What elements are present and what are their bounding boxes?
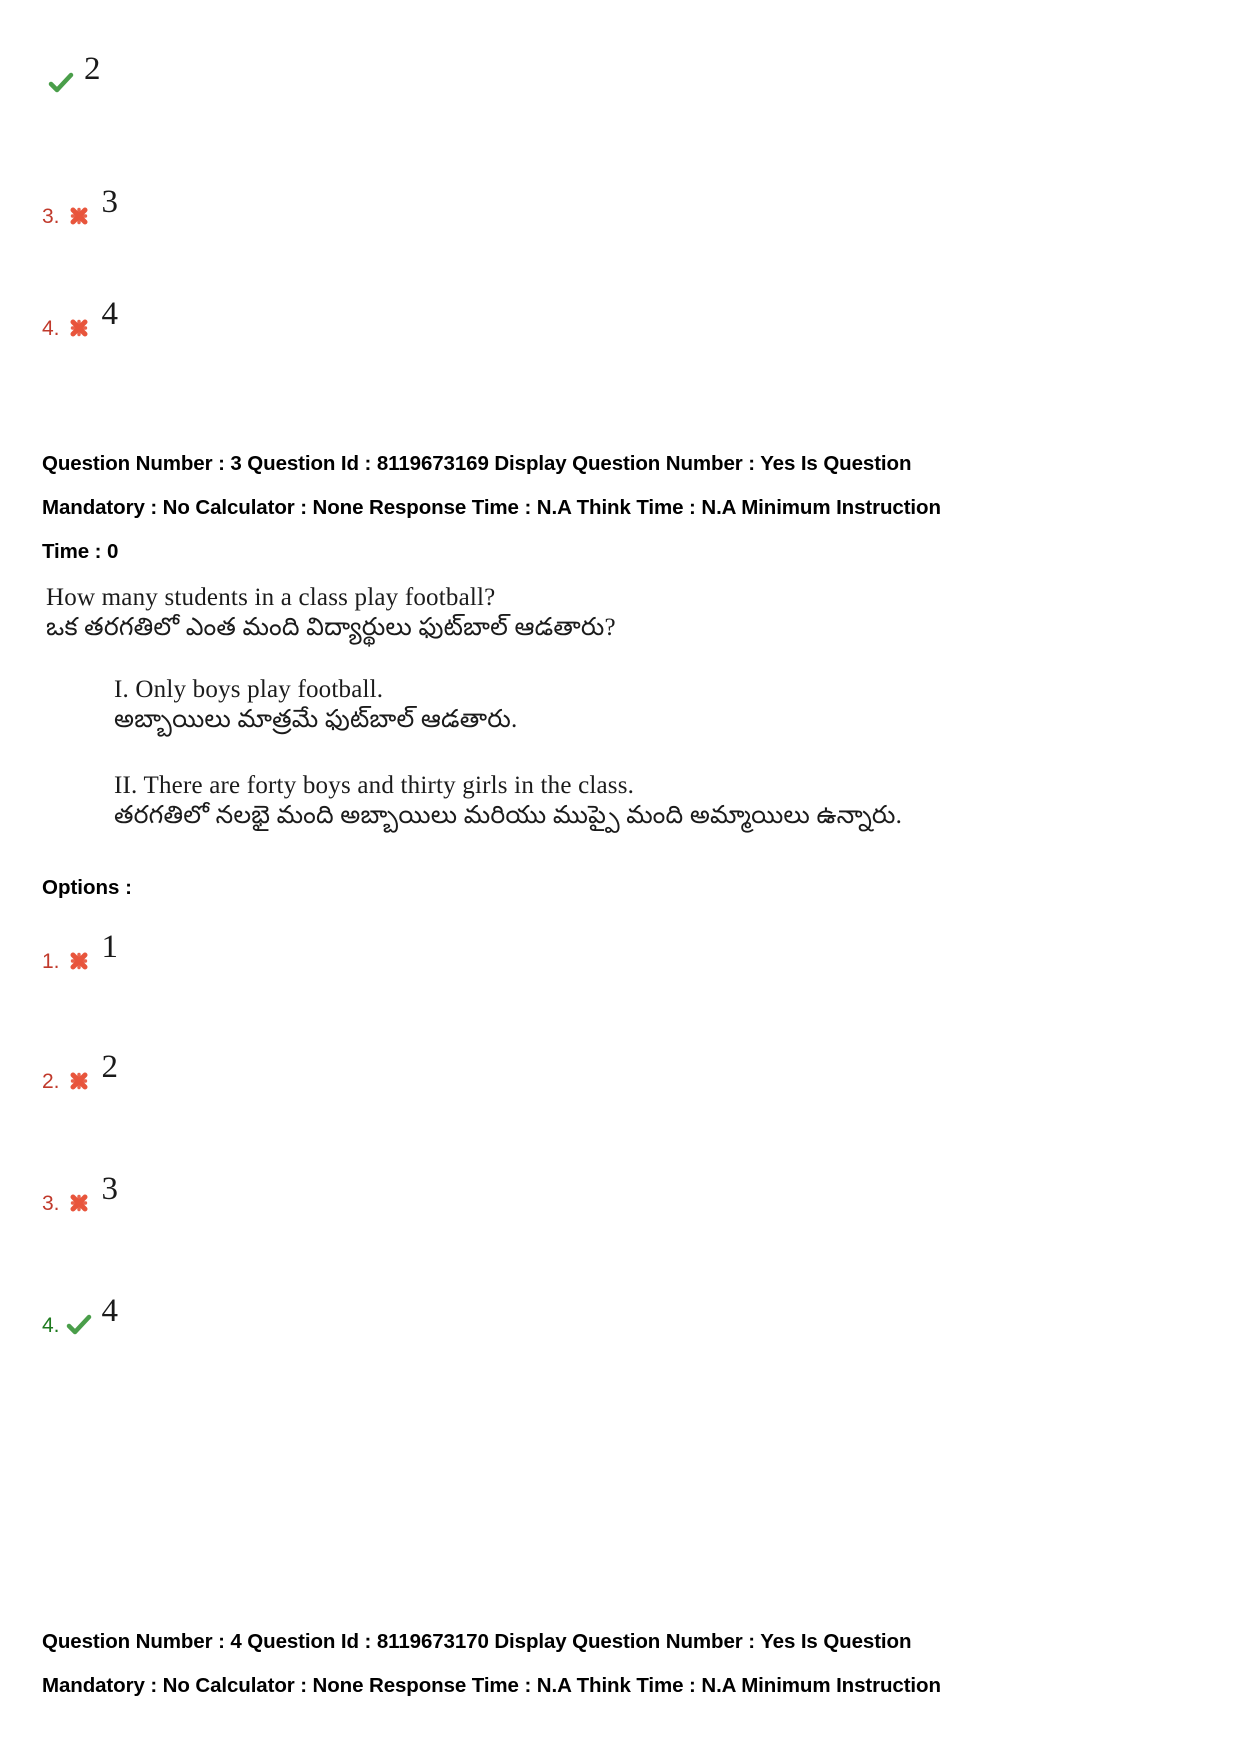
list-item[interactable]: 2 <box>42 52 101 96</box>
question-meta-line-2: Mandatory : No Calculator : None Respons… <box>42 1674 941 1697</box>
option-value: 3 <box>101 184 119 220</box>
question-stem: How many students in a class play footba… <box>46 584 616 643</box>
option-number: 4. <box>42 317 60 340</box>
cross-icon <box>66 1190 92 1216</box>
statement-1: I. Only boys play football. అబ్బాయిలు మా… <box>114 676 517 735</box>
option-value: 2 <box>101 1049 119 1085</box>
option-number: 4. <box>42 1314 60 1337</box>
option-value: 4 <box>101 1293 119 1329</box>
check-icon <box>66 1312 92 1338</box>
option-value: 3 <box>101 1171 119 1207</box>
statement-1-telugu: అబ్బాయిలు మాత్రమే ఫుట్‌బాల్ ఆడతారు. <box>114 706 518 733</box>
check-icon <box>48 70 74 96</box>
options-label: Options : <box>42 876 132 899</box>
option-number: 1. <box>42 950 60 973</box>
list-item[interactable]: 3. 3 <box>42 185 118 229</box>
question-meta-header: Question Number : 3 Question Id : 811967… <box>42 442 1087 574</box>
list-item[interactable]: 4. 4 <box>42 1294 118 1338</box>
option-value: 1 <box>101 929 119 965</box>
cross-icon <box>66 315 92 341</box>
statement-2-english: II. There are forty boys and thirty girl… <box>114 772 635 799</box>
option-number: 2. <box>42 1070 60 1093</box>
exam-page: 2 3. 3 4. 4 Question Number : 3 Question… <box>0 0 1240 1755</box>
list-item[interactable]: 3. 3 <box>42 1172 118 1216</box>
statement-2-telugu: తరగతిలో నలభై మంది అబ్బాయిలు మరియు ముప్పై… <box>114 802 903 829</box>
cross-icon <box>66 203 92 229</box>
question-stem-telugu: ఒక తరగతిలో ఎంత మంది విద్యార్థులు ఫుట్‌బా… <box>46 614 616 641</box>
cross-icon <box>66 1068 92 1094</box>
question-meta-header: Question Number : 4 Question Id : 811967… <box>42 1620 1087 1708</box>
question-meta-line-2: Mandatory : No Calculator : None Respons… <box>42 496 941 519</box>
question-meta-line-1: Question Number : 4 Question Id : 811967… <box>42 1630 912 1653</box>
statement-1-english: I. Only boys play football. <box>114 676 384 703</box>
list-item[interactable]: 1. 1 <box>42 930 118 974</box>
statement-2: II. There are forty boys and thirty girl… <box>114 772 902 831</box>
question-meta-line-3: Time : 0 <box>42 540 119 563</box>
option-number: 3. <box>42 205 60 228</box>
list-item[interactable]: 4. 4 <box>42 297 118 341</box>
option-value: 4 <box>101 296 119 332</box>
option-number: 3. <box>42 1192 60 1215</box>
question-meta-line-1: Question Number : 3 Question Id : 811967… <box>42 452 912 475</box>
cross-icon <box>66 948 92 974</box>
list-item[interactable]: 2. 2 <box>42 1050 118 1094</box>
question-stem-english: How many students in a class play footba… <box>46 584 496 611</box>
option-value: 2 <box>84 51 101 87</box>
